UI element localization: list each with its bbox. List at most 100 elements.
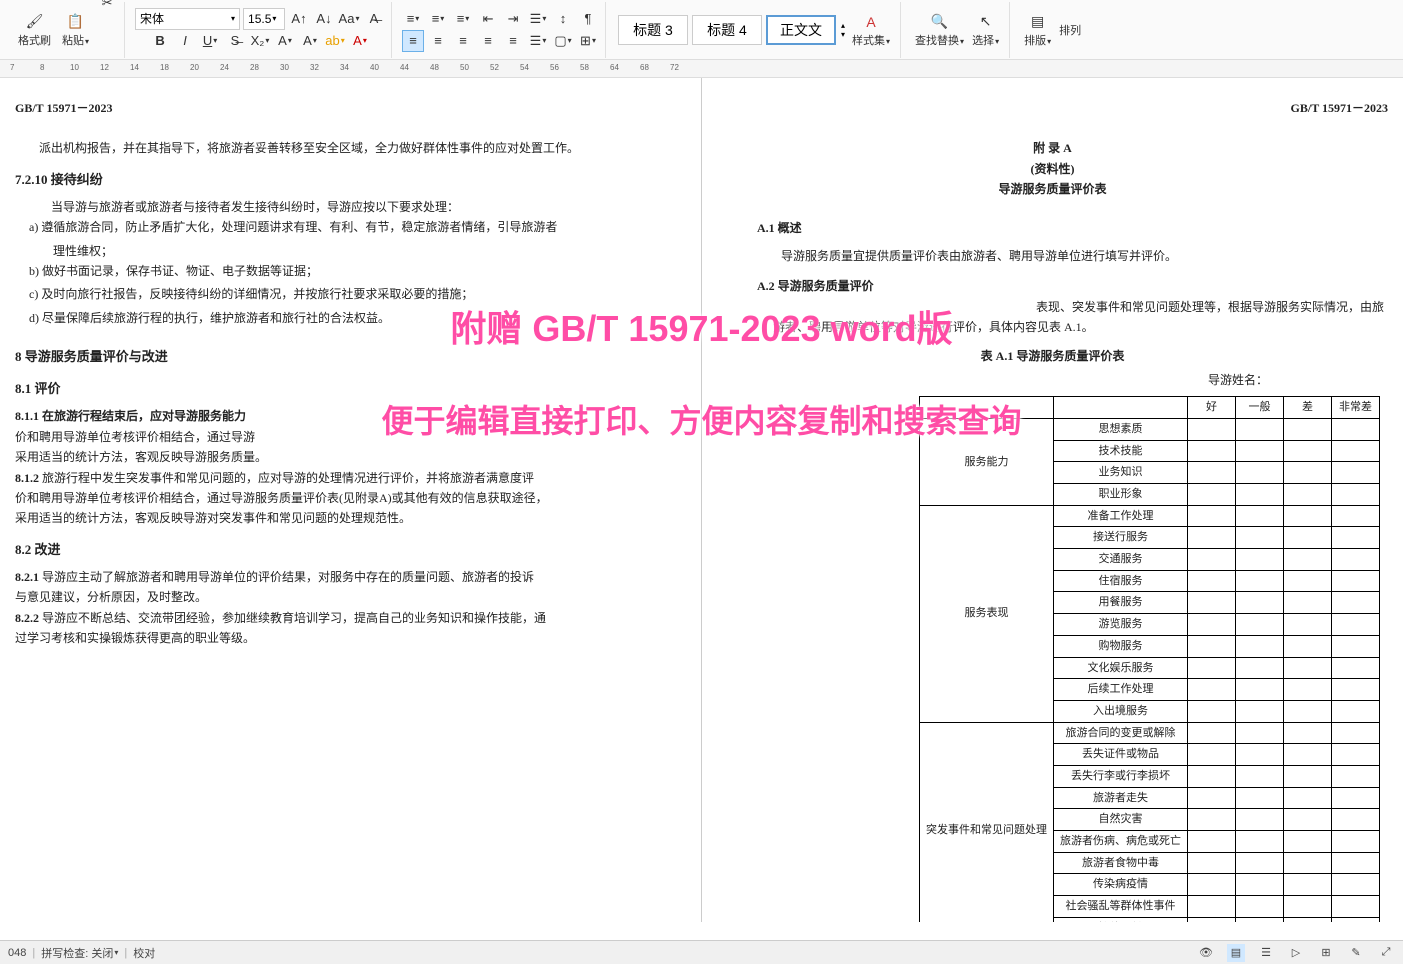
para-812c: 采用适当的统计方法，客观反映导游对突发事件和常见问题的处理规范性。 [15,508,686,528]
increase-indent-button[interactable]: ⇥ [502,8,524,30]
shading-button[interactable]: ▢▾ [552,30,574,52]
para-821a: 8.2.1 导游应主动了解旅游者和聘用导游单位的评价结果，对服务中存在的质量问题… [15,567,686,587]
page-header-left: GB/T 15971－2023 [15,98,686,118]
informative-label: (资料性) [717,159,1388,179]
proofing-status[interactable]: 校对 [133,945,155,961]
char-border-button[interactable]: A▾ [274,30,296,52]
paragraph-group: ≡▾ ≡▾ ≡▾ ⇤ ⇥ ☰▾ ↕ ¶ ≡ ≡ ≡ ≡ ≡ ☰▾ ▢▾ ⊞▾ [396,2,606,58]
arrange-icon: ▤ [1028,12,1048,32]
clipboard-group: 🖌格式刷 📋粘贴▾ ✂ [8,2,125,58]
justify-button[interactable]: ≡ [477,30,499,52]
a2-body-b: 游者、聘用导游单位等对导游进行评价，具体内容见表 A.1。 [773,317,1388,337]
name-label: 导游姓名： [717,370,1388,390]
appendix-label: 附 录 A [717,138,1388,158]
numbering-button[interactable]: ≡▾ [427,8,449,30]
find-replace-button[interactable]: 🔍查找替换▾ [911,10,968,50]
sort-button[interactable]: ↕ [552,8,574,30]
list-item-cont: 理性维权； [15,241,686,261]
decrease-font-button[interactable]: A↓ [313,8,335,30]
style-body[interactable]: 正文文 [766,15,836,45]
arrange-group: ▤排版▾ 排列 [1014,2,1091,58]
show-marks-button[interactable]: ¶ [577,8,599,30]
select-button[interactable]: ↖选择▾ [968,10,1003,50]
align-center-button[interactable]: ≡ [427,30,449,52]
list-item: d) 尽量保障后续旅游行程的执行，维护旅游者和旅行社的合法权益。 [15,308,686,328]
highlight-button[interactable]: ab▾ [324,30,346,52]
table-caption: 表 A.1 导游服务质量评价表 [717,346,1388,366]
para-812a: 8.1.2 旅游行程中发生突发事件和常见问题的，应对导游的处理情况进行评价，并将… [15,468,686,488]
arrange2-button[interactable]: 排列 [1055,20,1085,40]
style-scroll[interactable]: ▴▾ [838,21,848,39]
cut-button[interactable]: ✂ [96,0,118,14]
style-heading4[interactable]: 标题 4 [692,15,762,45]
style-set-button[interactable]: A样式集▾ [848,10,894,50]
styles-group: 标题 3 标题 4 正文文 ▴▾ A样式集▾ [610,2,901,58]
font-size-select[interactable]: 15.5▾ [243,8,285,30]
align-left-button[interactable]: ≡ [402,30,424,52]
decrease-indent-button[interactable]: ⇤ [477,8,499,30]
format-painter-button[interactable]: 🖌格式刷 [14,10,55,50]
para-812b: 价和聘用导游单位考核评价相结合，通过导游服务质量评价表(见附录A)或其他有效的信… [15,488,686,508]
list-item: c) 及时向旅行社报告，反映接待纠纷的详细情况，并按旅行社要求采取必要的措施； [15,284,686,304]
search-icon: 🔍 [930,12,950,32]
arrange-button[interactable]: ▤排版▾ [1020,10,1055,50]
para-811c: 采用适当的统计方法，客观反映导游服务质量。 [15,447,686,467]
underline-button[interactable]: U▾ [199,30,221,52]
subscript-button[interactable]: X₂▾ [249,30,271,52]
clear-format-button[interactable]: A̶ [363,8,385,30]
font-family-select[interactable]: 宋体▾ [135,8,240,30]
page-header-right: GB/T 15971－2023 [717,98,1388,118]
para-811: 8.1.1 在旅游行程结束后，应对导游服务能力 [15,406,686,426]
draft-icon[interactable]: ✎ [1347,944,1365,962]
font-color-button[interactable]: A▾ [349,30,371,52]
char-scale-button[interactable]: ☰▾ [527,8,549,30]
styles-icon: A [861,12,881,32]
distribute-button[interactable]: ≡ [502,30,524,52]
eye-icon[interactable]: 👁 [1197,944,1215,962]
intro-para: 派出机构报告，并在其指导下，将旅游者妥善转移至安全区域，全力做好群体性事件的应对… [15,138,686,158]
page-right[interactable]: GB/T 15971－2023 附 录 A (资料性) 导游服务质量评价表 A.… [702,78,1403,922]
text-effects-button[interactable]: A▾ [299,30,321,52]
paste-button[interactable]: 📋粘贴▾ [58,10,93,50]
increase-font-button[interactable]: A↑ [288,8,310,30]
list-item: a) 遵循旅游合同，防止矛盾扩大化，处理问题讲求有理、有利、有节，稳定旅游者情绪… [15,217,686,237]
strike-button[interactable]: S̶ [224,30,246,52]
a1-body: 导游服务质量宜提供质量评价表由旅游者、聘用导游单位进行填写并评价。 [757,246,1388,266]
list-item: b) 做好书面记录，保存书证、物证、电子数据等证据； [15,261,686,281]
web-layout-icon[interactable]: ⊞ [1317,944,1335,962]
toolbar: 🖌格式刷 📋粘贴▾ ✂ 宋体▾ 15.5▾ A↑ A↓ Aa▾ A̶ B I U… [0,0,1403,60]
align-right-button[interactable]: ≡ [452,30,474,52]
ruler[interactable]: 7810121418202428303234404448505254565864… [0,60,1403,78]
editing-group: 🔍查找替换▾ ↖选择▾ [905,2,1010,58]
cursor-icon: ↖ [976,12,996,32]
multilevel-button[interactable]: ≡▾ [452,8,474,30]
view-controls: 👁 ▤ ☰ ▷ ⊞ ✎ ⤢ [1197,944,1395,962]
page-number[interactable]: 048 [8,947,26,959]
section-8-2: 8.2 改进 [15,539,686,561]
statusbar: 048 | 拼写检查: 关闭 ▾ | 校对 👁 ▤ ☰ ▷ ⊞ ✎ ⤢ [0,940,1403,964]
page-left[interactable]: GB/T 15971－2023 派出机构报告，并在其指导下，将旅游者妥善转移至安… [0,78,701,922]
s7210-lead: 当导游与旅游者或旅游者与接待者发生接待纠纷时，导游应按以下要求处理： [15,197,686,217]
spell-check-status[interactable]: 拼写检查: 关闭 [41,945,113,961]
evaluation-table: 好一般差非常差服务能力思想素质技术技能业务知识职业形象服务表现准备工作处理接送行… [919,396,1380,922]
section-8-1: 8.1 评价 [15,378,686,400]
para-822a: 8.2.2 导游应不断总结、交流带团经验，参加继续教育培训学习，提高自己的业务知… [15,608,686,628]
expand-icon[interactable]: ⤢ [1377,944,1395,962]
read-mode-icon[interactable]: ▷ [1287,944,1305,962]
a2-body-a: 表现、突发事件和常见问题处理等，根据导游服务实际情况，由旅 [717,297,1388,317]
bullets-button[interactable]: ≡▾ [402,8,424,30]
line-spacing-button[interactable]: ☰▾ [527,30,549,52]
para-811b: 价和聘用导游单位考核评价相结合，通过导游 [15,427,686,447]
para-821b: 与意见建议，分析原因，及时整改。 [15,587,686,607]
borders-button[interactable]: ⊞▾ [577,30,599,52]
bold-button[interactable]: B [149,30,171,52]
style-heading3[interactable]: 标题 3 [618,15,688,45]
section-7-2-10: 7.2.10 接待纠纷 [15,169,686,191]
section-a2: A.2 导游服务质量评价 [757,276,1388,296]
print-layout-icon[interactable]: ▤ [1227,944,1245,962]
outline-icon[interactable]: ☰ [1257,944,1275,962]
italic-button[interactable]: I [174,30,196,52]
font-group: 宋体▾ 15.5▾ A↑ A↓ Aa▾ A̶ B I U▾ S̶ X₂▾ A▾ … [129,2,392,58]
brush-icon: 🖌 [25,12,45,32]
change-case-button[interactable]: Aa▾ [338,8,360,30]
